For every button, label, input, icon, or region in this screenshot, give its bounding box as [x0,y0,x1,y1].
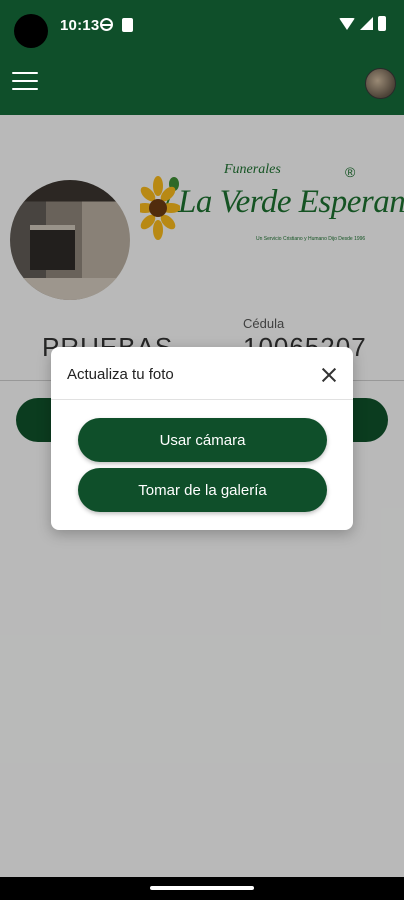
battery-icon [378,16,386,31]
status-icons [339,16,386,31]
choose-from-gallery-button[interactable]: Tomar de la galería [78,468,327,512]
status-bar: 10:13 [0,0,404,52]
globe-icon [100,18,113,31]
wifi-icon [339,17,355,30]
dialog-divider [51,399,353,400]
dialog-title: Actualiza tu foto [67,366,174,383]
sim-card-icon [122,18,133,32]
app-screen: 10:13 Funerales ® La Verde Esperan Un Se… [0,0,404,900]
use-camera-button[interactable]: Usar cámara [78,418,327,462]
camera-cutout [14,14,48,48]
signal-icon [360,17,373,30]
app-bar [0,52,404,115]
navigation-bar [0,877,404,900]
hamburger-menu-icon[interactable] [12,72,38,92]
home-gesture-handle[interactable] [150,886,254,890]
update-photo-dialog: Actualiza tu foto Usar cámara Tomar de l… [51,347,353,530]
user-avatar[interactable] [365,68,396,99]
status-time: 10:13 [60,17,100,34]
close-icon[interactable] [321,367,337,383]
